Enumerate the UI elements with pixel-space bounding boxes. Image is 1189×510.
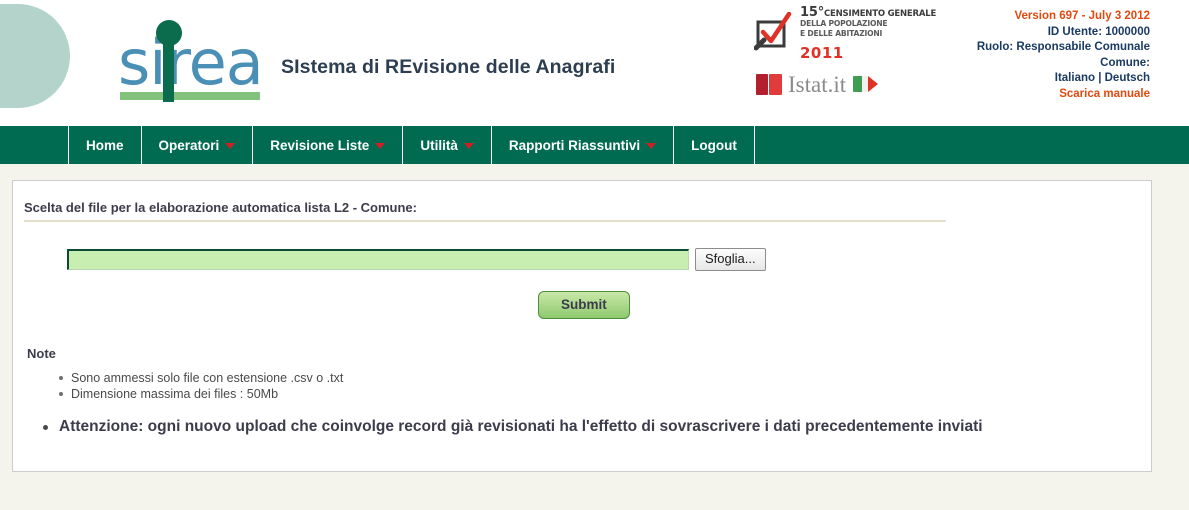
- content-wrapper: Scelta del file per la elaborazione auto…: [0, 164, 1189, 472]
- list-item: Sono ammessi solo file con estensione .c…: [59, 370, 1151, 386]
- census-checkbox-icon: [753, 11, 796, 52]
- user-id-label: ID Utente: 1000000: [1047, 25, 1150, 38]
- flag-green-band: [853, 76, 863, 92]
- chevron-down-icon: [463, 143, 474, 149]
- nav-item-utilita[interactable]: Utilità: [403, 126, 492, 164]
- nav-item-label: Logout: [691, 137, 737, 153]
- census-line-3: E DELLE ABITAZIONI: [800, 28, 883, 38]
- nav-item-operatori[interactable]: Operatori: [142, 126, 254, 164]
- download-manual-link[interactable]: Scarica manuale: [977, 87, 1150, 103]
- user-info-block: Version 697 - July 3 2012 ID Utente: 100…: [977, 9, 1150, 102]
- italian-flag-icon: [853, 76, 879, 92]
- flag-red-band: [868, 76, 879, 92]
- notes-list: Sono ammessi solo file con estensione .c…: [13, 370, 1151, 402]
- census-line-2: DELLA POPOLAZIONE: [800, 19, 888, 28]
- nav-item-label: Rapporti Riassuntivi: [508, 137, 641, 153]
- census-number: 15°: [800, 5, 824, 20]
- census-logo-lines: 15°CENSIMENTO GENERALE DELLA POPOLAZIONE…: [800, 5, 937, 38]
- language-switcher[interactable]: Italiano | Deutsch: [977, 71, 1150, 87]
- nav-item-revisione-liste[interactable]: Revisione Liste: [253, 126, 404, 164]
- nav-item-label: Utilità: [420, 137, 458, 153]
- census-title: CENSIMENTO GENERALE: [824, 9, 937, 19]
- upload-panel: Scelta del file per la elaborazione auto…: [12, 180, 1152, 472]
- warning-list: Attenzione: ogni nuovo upload che coinvo…: [13, 416, 1151, 437]
- sirea-pin-dot-icon: [156, 20, 182, 46]
- page-root: sirea SIstema di REvisione delle Anagraf…: [0, 0, 1189, 510]
- sirea-logo: sirea: [118, 14, 264, 104]
- submit-button[interactable]: Submit: [538, 291, 630, 319]
- nav-item-label: Revisione Liste: [270, 137, 370, 153]
- submit-row: Submit: [13, 291, 1151, 319]
- istat-book-dark-icon: [756, 73, 768, 95]
- notes-heading: Note: [27, 346, 56, 361]
- nav-item-logout[interactable]: Logout: [674, 126, 755, 164]
- version-label: Version 697 - July 3 2012: [1014, 10, 1150, 22]
- census-logo: 15°CENSIMENTO GENERALE DELLA POPOLAZIONE…: [753, 6, 936, 62]
- user-role-label: Ruolo: Responsabile Comunale: [976, 41, 1150, 53]
- file-path-input[interactable]: [67, 249, 689, 270]
- section-title: Scelta del file per la elaborazione auto…: [24, 200, 946, 222]
- decorative-arc: [0, 4, 70, 108]
- istat-book-light-icon: [769, 73, 782, 95]
- nav-item-label: Home: [86, 137, 124, 153]
- warning-message: Attenzione: ogni nuovo upload che coinvo…: [43, 416, 1023, 437]
- chevron-down-icon: [225, 143, 236, 149]
- census-year: 2011: [800, 44, 844, 62]
- chevron-down-icon: [375, 143, 386, 149]
- browse-button[interactable]: Sfoglia...: [695, 248, 766, 271]
- page-title: SIstema di REvisione delle Anagrafi: [281, 56, 616, 78]
- main-navigation: Home Operatori Revisione Liste Utilità R…: [0, 126, 1189, 164]
- list-item: Dimensione massima dei files : 50Mb: [59, 386, 1151, 402]
- nav-item-label: Operatori: [158, 137, 220, 153]
- page-header: sirea SIstema di REvisione delle Anagraf…: [0, 0, 1189, 126]
- file-upload-row: Sfoglia...: [67, 248, 1151, 271]
- sirea-logo-text: sirea: [118, 26, 264, 99]
- census-line-1: 15°CENSIMENTO GENERALE: [800, 5, 937, 20]
- nav-item-rapporti-riassuntivi[interactable]: Rapporti Riassuntivi: [492, 126, 675, 164]
- comune-label: Comune:: [1100, 56, 1150, 69]
- sirea-logo-underline-bar: [120, 92, 260, 100]
- nav-item-home[interactable]: Home: [68, 126, 142, 164]
- istat-logo[interactable]: Istat.it: [756, 70, 879, 98]
- chevron-down-icon: [646, 143, 657, 149]
- istat-wordmark: Istat.it: [788, 71, 847, 97]
